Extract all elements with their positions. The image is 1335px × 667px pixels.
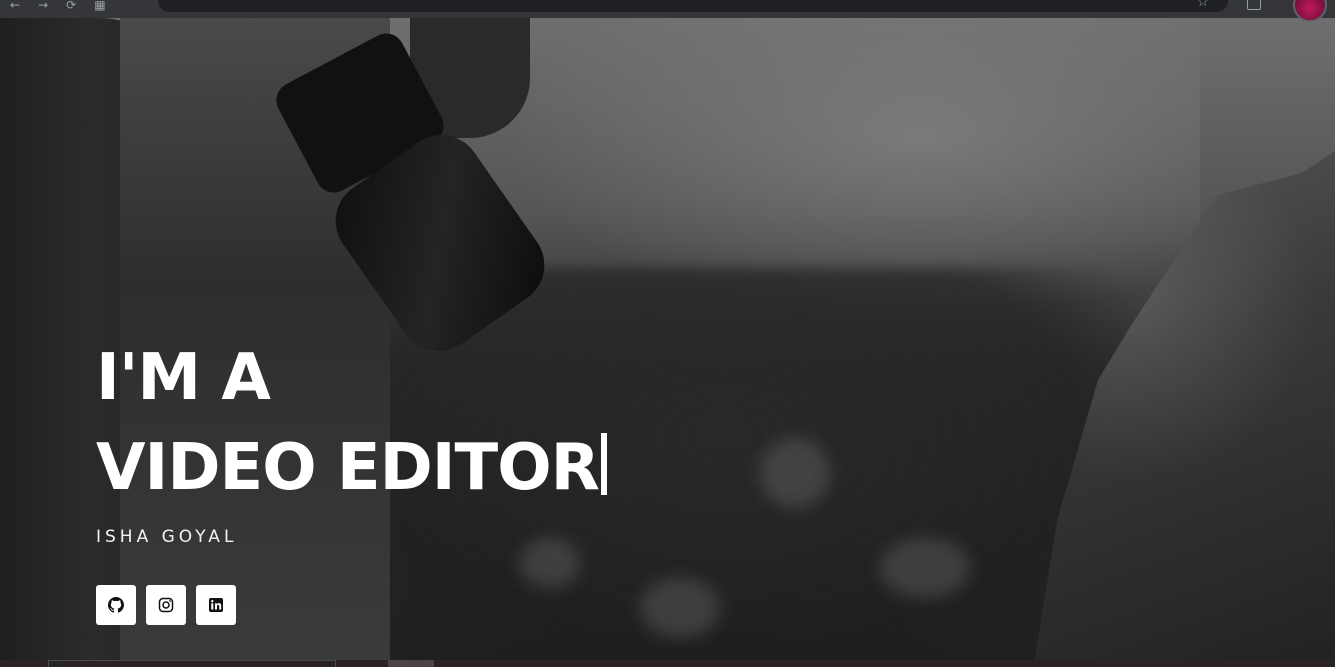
instagram-icon <box>158 597 174 613</box>
headline-line-2-wrapper: VIDEO EDITOR <box>96 424 607 514</box>
linkedin-button[interactable] <box>196 585 236 626</box>
typing-cursor <box>600 432 607 495</box>
reload-icon[interactable]: ⟳ <box>66 0 76 12</box>
hero-background-bokeh <box>760 438 830 508</box>
back-arrow-icon[interactable]: ← <box>10 0 20 12</box>
hero-subtitle: ISHA GOYAL <box>96 527 238 548</box>
social-links <box>96 585 607 626</box>
hero-headline: I'M A VIDEO EDITOR <box>96 334 607 513</box>
taskbar-active-app[interactable] <box>388 660 434 667</box>
viewport: ← → ⟳ ▦ ☆ I'M A VIDEO EDITOR ISHA GOYAL <box>0 0 1335 667</box>
os-taskbar <box>0 660 1335 667</box>
taskbar-search[interactable] <box>48 660 336 667</box>
instagram-button[interactable] <box>146 585 186 626</box>
bookmark-star-icon[interactable]: ☆ <box>1196 0 1209 10</box>
headline-line-1: I'M A <box>96 341 271 415</box>
address-bar[interactable] <box>158 0 1228 12</box>
headline-line-2: VIDEO EDITOR <box>96 430 600 505</box>
hero-content: I'M A VIDEO EDITOR ISHA GOYAL <box>96 334 607 626</box>
github-icon <box>108 597 124 613</box>
forward-arrow-icon[interactable]: → <box>38 0 48 12</box>
hero-background-bokeh <box>880 538 970 598</box>
browser-toolbar: ← → ⟳ ▦ ☆ <box>0 0 1335 22</box>
github-button[interactable] <box>96 585 136 626</box>
tab-search-icon[interactable] <box>1247 0 1261 10</box>
apps-grid-icon[interactable]: ▦ <box>94 0 105 12</box>
browser-nav-icons: ← → ⟳ ▦ <box>10 0 106 12</box>
linkedin-icon <box>209 598 223 613</box>
hero-background-bokeh <box>640 578 720 638</box>
